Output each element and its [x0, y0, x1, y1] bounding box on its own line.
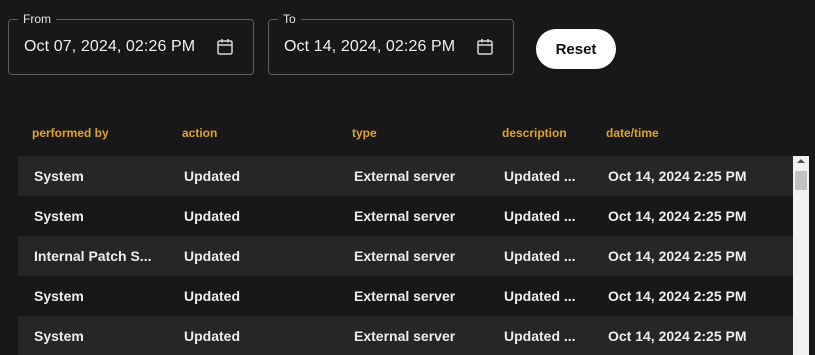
- cell-action: Updated: [184, 248, 240, 264]
- cell-description: Updated ...: [504, 328, 576, 344]
- calendar-icon[interactable]: [215, 37, 235, 57]
- table-row[interactable]: System Updated External server Updated .…: [18, 196, 793, 236]
- cell-description: Updated ...: [504, 208, 576, 224]
- cell-date-time: Oct 14, 2024 2:25 PM: [608, 328, 747, 344]
- column-header-action[interactable]: action: [182, 126, 217, 140]
- cell-performed-by: System: [34, 168, 84, 184]
- table-row[interactable]: System Updated External server Updated .…: [18, 156, 793, 196]
- cell-type: External server: [354, 288, 456, 304]
- cell-action: Updated: [184, 288, 240, 304]
- cell-action: Updated: [184, 168, 240, 184]
- calendar-icon[interactable]: [475, 37, 495, 57]
- table-row[interactable]: System Updated External server Updated .…: [18, 276, 793, 316]
- column-header-description[interactable]: description: [502, 126, 567, 140]
- table-scrollbar[interactable]: [793, 156, 809, 355]
- to-date-value[interactable]: Oct 14, 2024, 02:26 PM: [284, 38, 455, 56]
- table-body: System Updated External server Updated .…: [18, 156, 793, 355]
- table-row[interactable]: System Updated External server Updated .…: [18, 316, 793, 355]
- column-header-performed-by[interactable]: performed by: [32, 126, 109, 140]
- from-date-label: From: [18, 11, 56, 27]
- from-date-field[interactable]: From Oct 07, 2024, 02:26 PM: [8, 11, 254, 75]
- reset-button[interactable]: Reset: [536, 29, 616, 69]
- scroll-up-arrow-icon[interactable]: [797, 159, 805, 163]
- cell-description: Updated ...: [504, 168, 576, 184]
- cell-type: External server: [354, 208, 456, 224]
- table-header: performed by action type description dat…: [18, 120, 793, 146]
- column-header-type[interactable]: type: [352, 126, 377, 140]
- table-row[interactable]: Internal Patch S... Updated External ser…: [18, 236, 793, 276]
- cell-action: Updated: [184, 208, 240, 224]
- cell-performed-by: System: [34, 208, 84, 224]
- from-date-value[interactable]: Oct 07, 2024, 02:26 PM: [24, 38, 195, 56]
- cell-performed-by: System: [34, 288, 84, 304]
- to-date-label: To: [278, 11, 301, 27]
- column-header-date-time[interactable]: date/time: [606, 126, 659, 140]
- cell-date-time: Oct 14, 2024 2:25 PM: [608, 288, 747, 304]
- cell-description: Updated ...: [504, 288, 576, 304]
- cell-date-time: Oct 14, 2024 2:25 PM: [608, 248, 747, 264]
- cell-type: External server: [354, 248, 456, 264]
- cell-performed-by: Internal Patch S...: [34, 248, 152, 264]
- cell-type: External server: [354, 328, 456, 344]
- cell-action: Updated: [184, 328, 240, 344]
- scrollbar-thumb[interactable]: [795, 171, 807, 190]
- cell-date-time: Oct 14, 2024 2:25 PM: [608, 208, 747, 224]
- audit-log-panel: From Oct 07, 2024, 02:26 PM To Oct 14, 2…: [0, 0, 815, 355]
- cell-type: External server: [354, 168, 456, 184]
- cell-description: Updated ...: [504, 248, 576, 264]
- to-date-field[interactable]: To Oct 14, 2024, 02:26 PM: [268, 11, 514, 75]
- cell-date-time: Oct 14, 2024 2:25 PM: [608, 168, 747, 184]
- cell-performed-by: System: [34, 328, 84, 344]
